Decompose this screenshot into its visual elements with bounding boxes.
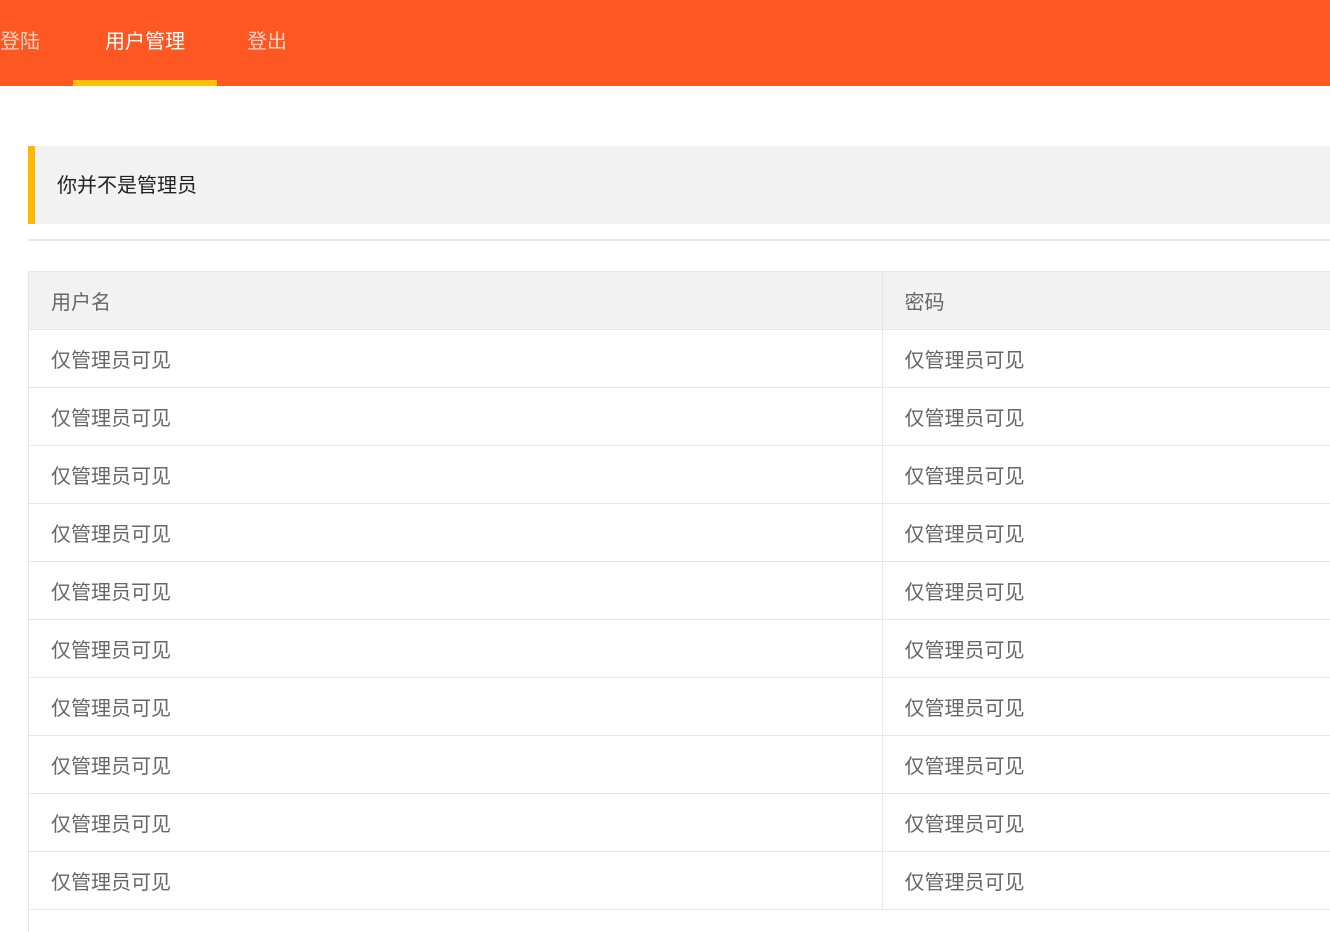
cell-password: 仅管理员可见	[881, 503, 1330, 562]
cell-password: 仅管理员可见	[881, 735, 1330, 794]
table-row: 仅管理员可见 仅管理员可见	[29, 735, 1330, 794]
cell-username: 仅管理员可见	[29, 619, 882, 678]
cell-username: 仅管理员可见	[29, 851, 882, 910]
table-row: 仅管理员可见 仅管理员可见	[29, 793, 1330, 852]
table-row: 仅管理员可见 仅管理员可见	[29, 387, 1330, 446]
cell-username: 仅管理员可见	[29, 387, 882, 446]
cell-password: 仅管理员可见	[881, 851, 1330, 910]
column-header-password: 密码	[881, 271, 1330, 330]
cell-password: 仅管理员可见	[881, 387, 1330, 446]
table-row: 仅管理员可见 仅管理员可见	[29, 329, 1330, 388]
table-row: 仅管理员可见 仅管理员可见	[29, 445, 1330, 504]
nav-active-indicator	[73, 80, 217, 86]
nav-item-user-management[interactable]: 用户管理	[73, 0, 217, 86]
cell-password: 仅管理员可见	[881, 619, 1330, 678]
top-nav: 登陆 用户管理 登出	[0, 0, 1330, 86]
table-row: 仅管理员可见 仅管理员可见	[29, 503, 1330, 562]
user-table: 用户名 密码 仅管理员可见 仅管理员可见 仅管理员可见 仅管理员可见 仅管理员可…	[29, 271, 1330, 910]
cell-password: 仅管理员可见	[881, 793, 1330, 852]
table-row: 仅管理员可见 仅管理员可见	[29, 677, 1330, 736]
cell-username: 仅管理员可见	[29, 445, 882, 504]
table-row: 仅管理员可见 仅管理员可见	[29, 851, 1330, 910]
table-row: 仅管理员可见 仅管理员可见	[29, 619, 1330, 678]
cell-username: 仅管理员可见	[29, 793, 882, 852]
cell-username: 仅管理员可见	[29, 561, 882, 620]
cell-password: 仅管理员可见	[881, 445, 1330, 504]
cell-password: 仅管理员可见	[881, 329, 1330, 388]
cell-password: 仅管理员可见	[881, 677, 1330, 736]
cell-password: 仅管理员可见	[881, 561, 1330, 620]
nav-item-login[interactable]: 登陆	[0, 0, 40, 86]
notice-text: 你并不是管理员	[57, 173, 197, 197]
user-table-container: 用户名 密码 仅管理员可见 仅管理员可见 仅管理员可见 仅管理员可见 仅管理员可…	[28, 271, 1330, 932]
table-header-row: 用户名 密码	[29, 271, 1330, 330]
column-header-username: 用户名	[29, 271, 882, 330]
nav-item-logout[interactable]: 登出	[247, 0, 287, 86]
notice-quote: 你并不是管理员	[28, 146, 1330, 224]
divider	[28, 239, 1330, 241]
cell-username: 仅管理员可见	[29, 735, 882, 794]
cell-username: 仅管理员可见	[29, 677, 882, 736]
cell-username: 仅管理员可见	[29, 503, 882, 562]
cell-username: 仅管理员可见	[29, 329, 882, 388]
table-row: 仅管理员可见 仅管理员可见	[29, 561, 1330, 620]
